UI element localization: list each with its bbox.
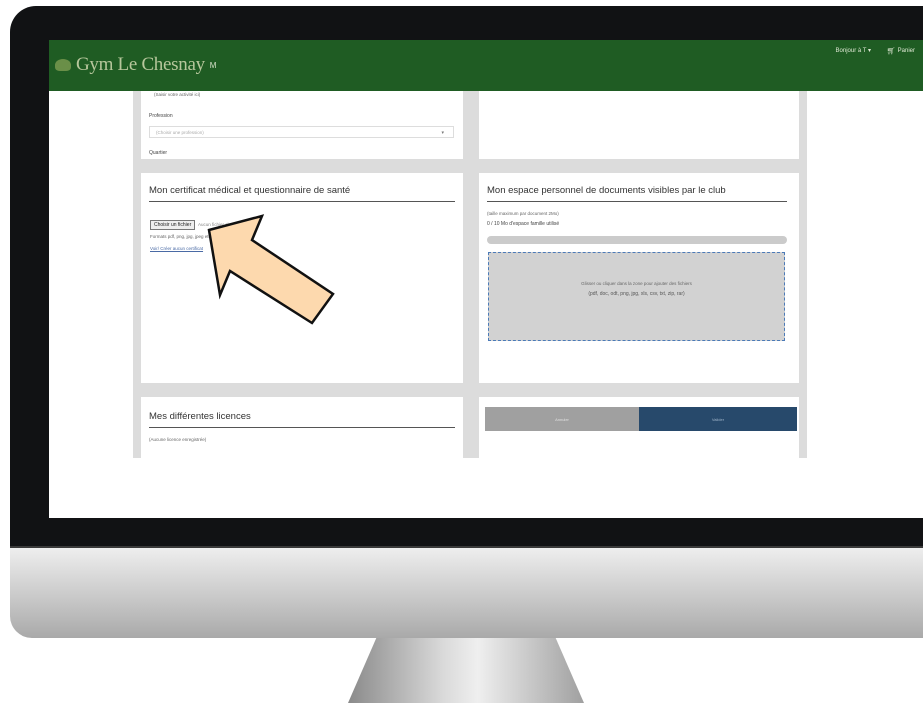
desktop-scene: Gym Le Chesnay M Bonjour à T ▾ 🛒︎ Panier… bbox=[0, 0, 923, 703]
pointer-arrow-icon bbox=[207, 214, 335, 325]
